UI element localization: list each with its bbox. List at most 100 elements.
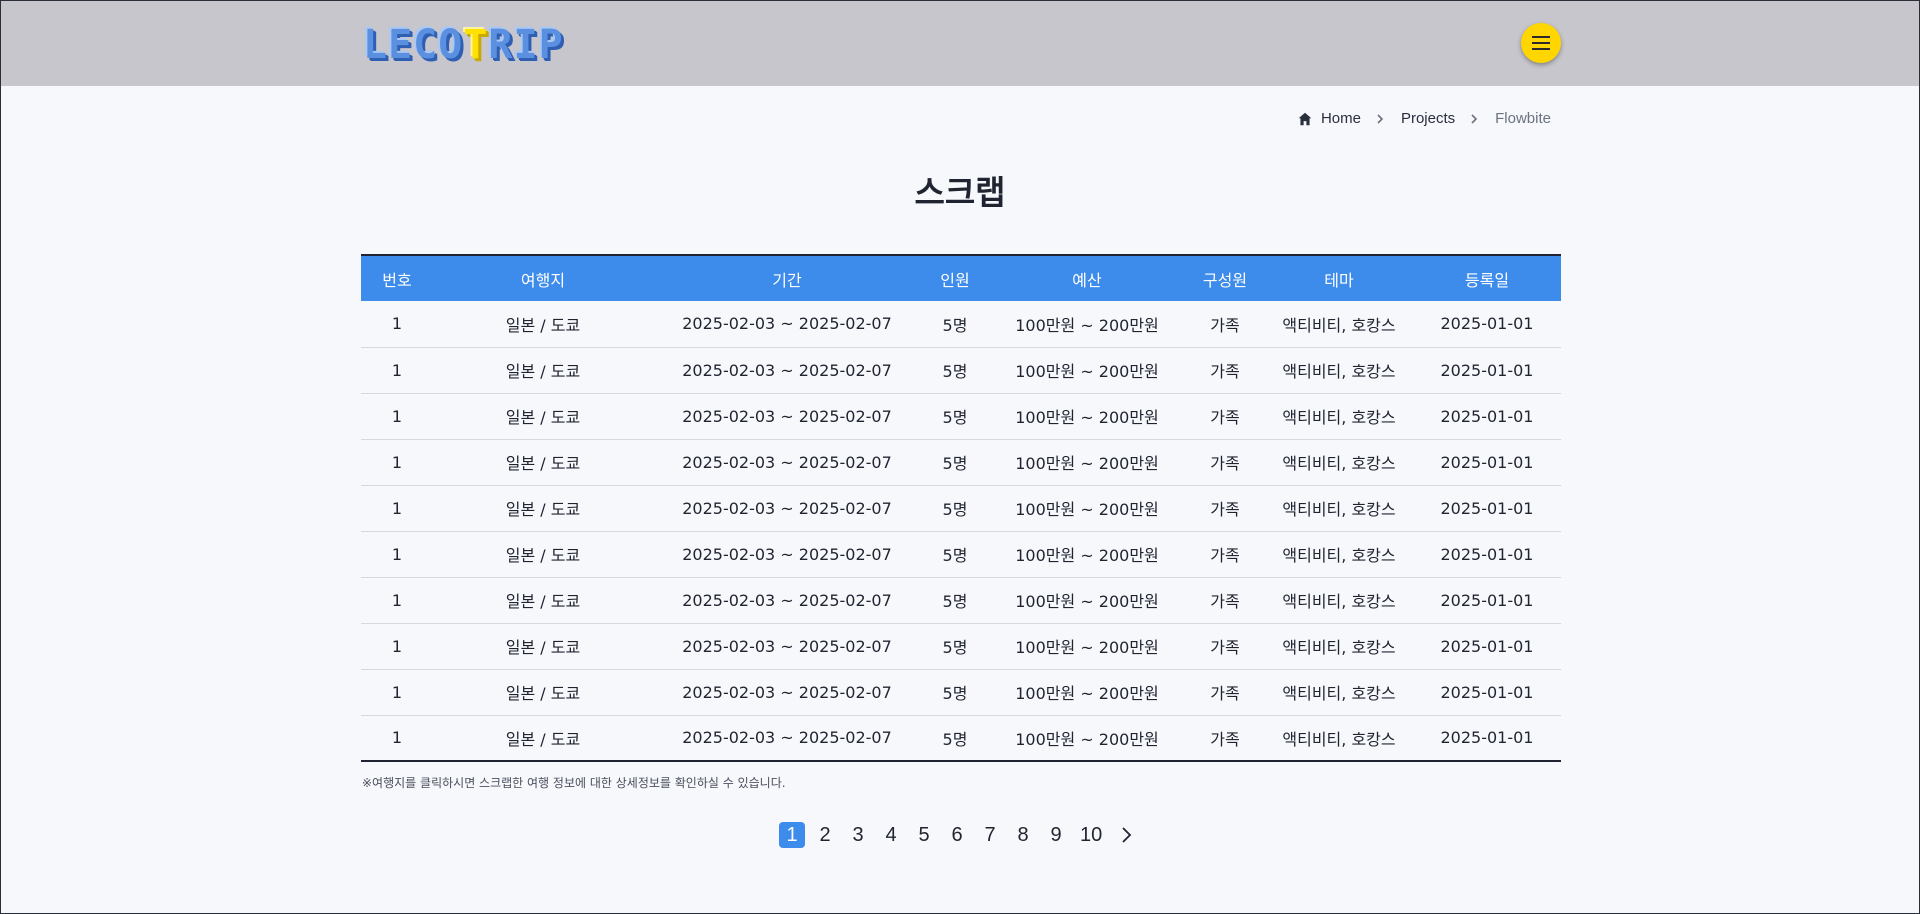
- table-cell: 100만원 ~ 200만원: [989, 393, 1185, 440]
- logo-part-highlight: T: [463, 22, 489, 68]
- menu-button[interactable]: [1521, 23, 1561, 63]
- table-cell: 2025-02-03 ~ 2025-02-07: [653, 439, 921, 486]
- table-cell: 2025-02-03 ~ 2025-02-07: [653, 531, 921, 578]
- table-cell: 가족: [1185, 485, 1265, 532]
- table-cell: 5명: [921, 301, 989, 348]
- column-header: 여행지: [433, 255, 653, 301]
- page-link[interactable]: 3: [845, 822, 871, 848]
- table-row: 1 일본 / 도쿄 2025-02-03 ~ 2025-02-07 5명 100만원 ~…: [361, 485, 1561, 532]
- table-cell: 가족: [1185, 347, 1265, 394]
- table-cell: 5명: [942, 729, 968, 749]
- page-link[interactable]: 1: [779, 822, 805, 848]
- table-cell: 2025-01-01: [1413, 577, 1561, 624]
- table-cell: 5명: [921, 623, 989, 670]
- table-cell: 100만원 ~ 200만원: [989, 669, 1185, 716]
- column-header: 예산: [989, 255, 1185, 301]
- page-link[interactable]: 2: [812, 822, 838, 848]
- table-cell: 가족: [1185, 301, 1265, 348]
- table-cell: 5명: [921, 393, 989, 440]
- destination-link[interactable]: 일본 / 도쿄: [433, 439, 653, 486]
- destination-link[interactable]: 일본 / 도쿄: [433, 301, 653, 348]
- table-cell: 2025-02-03 ~ 2025-02-07: [653, 577, 921, 624]
- table-cell: 100만원 ~ 200만원: [1015, 729, 1159, 749]
- page-link[interactable]: 5: [911, 822, 937, 848]
- table-cell: 액티비티, 호캉스: [1265, 531, 1413, 578]
- column-header: 번호: [361, 255, 433, 301]
- table-cell: 5명: [921, 485, 989, 532]
- table-cell: 2025-02-03 ~ 2025-02-07: [653, 669, 921, 716]
- table-cell: 액티비티, 호캉스: [1265, 301, 1413, 348]
- breadcrumb-home[interactable]: Home: [1298, 110, 1361, 127]
- table-row: 1 일본 / 도쿄 2025-02-03 ~ 2025-02-07 5명 100만원 ~…: [361, 577, 1561, 624]
- table-cell: 2025-02-03 ~ 2025-02-07: [653, 393, 921, 440]
- column-header: 구성원: [1185, 255, 1265, 301]
- logo[interactable]: LECOTRIP: [363, 25, 564, 65]
- destination-link[interactable]: 일본 / 도쿄: [433, 669, 653, 716]
- table-cell: 가족: [1185, 577, 1265, 624]
- table-cell: 액티비티, 호캉스: [1265, 393, 1413, 440]
- destination-link[interactable]: 일본 / 도쿄: [433, 393, 653, 440]
- destination-link[interactable]: 일본 / 도쿄: [433, 531, 653, 578]
- page-link[interactable]: 8: [1010, 822, 1036, 848]
- table-cell: 2025-02-03 ~ 2025-02-07: [653, 485, 921, 532]
- column-header: 인원: [921, 255, 989, 301]
- column-header: 등록일: [1413, 255, 1561, 301]
- table-cell: 5명: [921, 669, 989, 716]
- column-header: 테마: [1265, 255, 1413, 301]
- page-list: 1 2 3 4 5 6 7 8 9 10: [779, 822, 1113, 848]
- table-cell: 1: [361, 531, 433, 578]
- destination-link[interactable]: 일본 / 도쿄: [433, 347, 653, 394]
- logo-part: LECO: [363, 22, 464, 68]
- destination-link[interactable]: 일본 / 도쿄: [433, 623, 653, 670]
- hamburger-icon: [1532, 36, 1550, 38]
- table-cell: 액티비티, 호캉스: [1265, 347, 1413, 394]
- table-cell: 가족: [1185, 439, 1265, 486]
- table-row: 1 일본 / 도쿄 2025-02-03 ~ 2025-02-07 5명 100만원 ~…: [361, 669, 1561, 716]
- table-cell: 1: [361, 623, 433, 670]
- table-cell: 액티비티, 호캉스: [1265, 439, 1413, 486]
- page-title: 스크랩: [914, 173, 1006, 212]
- table-cell: 100만원 ~ 200만원: [989, 485, 1185, 532]
- table-header: 번호 여행지 기간 인원 예산 구성원 테마 등록일: [361, 255, 1561, 301]
- table-cell: 가족: [1210, 729, 1240, 749]
- table-row: 1 일본 / 도쿄 2025-02-03 ~ 2025-02-07 5명 100만원 ~…: [361, 715, 1561, 761]
- table-cell: 1: [361, 393, 433, 440]
- destination-link[interactable]: 일본 / 도쿄: [433, 577, 653, 624]
- table-cell: 2025-01-01: [1413, 301, 1561, 348]
- table-cell: 가족: [1185, 623, 1265, 670]
- table-cell: 1: [361, 347, 433, 394]
- destination-link[interactable]: 일본 / 도쿄: [433, 715, 653, 761]
- table-cell: 2025-01-01: [1413, 531, 1561, 578]
- table-body: 1 일본 / 도쿄 2025-02-03 ~ 2025-02-07 5명 100만원 ~…: [361, 301, 1561, 761]
- table-cell: 액티비티, 호캉스: [1282, 729, 1396, 749]
- table-cell: 2025-01-01: [1413, 623, 1561, 670]
- hamburger-icon-line: [1532, 42, 1550, 44]
- table-cell: 1: [361, 301, 433, 348]
- table-cell: 가족: [1185, 669, 1265, 716]
- page-link[interactable]: 10: [1076, 822, 1106, 848]
- table-cell: 100만원 ~ 200만원: [989, 347, 1185, 394]
- chevron-right-icon[interactable]: [1119, 826, 1133, 844]
- table-cell: 2025-01-01: [1413, 439, 1561, 486]
- pagination: 1 2 3 4 5 6 7 8 9 10: [779, 822, 1133, 848]
- table-cell: 2025-01-01: [1413, 669, 1561, 716]
- top-bar: LECOTRIP: [1, 1, 1919, 86]
- table-cell: 액티비티, 호캉스: [1265, 485, 1413, 532]
- page-link[interactable]: 9: [1043, 822, 1069, 848]
- scrap-table: 번호 여행지 기간 인원 예산 구성원 테마 등록일 1 일본 / 도쿄 2025-02-03 ~…: [361, 254, 1561, 762]
- page-link[interactable]: 7: [977, 822, 1003, 848]
- table-cell: 5명: [921, 577, 989, 624]
- chevron-right-icon: [1471, 113, 1478, 124]
- table-cell: 2025-01-01: [1413, 393, 1561, 440]
- page-link[interactable]: 6: [944, 822, 970, 848]
- page-link[interactable]: 4: [878, 822, 904, 848]
- table-cell: 1: [361, 439, 433, 486]
- table-cell: 가족: [1185, 531, 1265, 578]
- table-cell: 2025-01-01: [1413, 485, 1561, 532]
- breadcrumb-current: Flowbite: [1495, 110, 1551, 127]
- destination-link[interactable]: 일본 / 도쿄: [433, 485, 653, 532]
- table-row: 1 일본 / 도쿄 2025-02-03 ~ 2025-02-07 5명 100만원 ~…: [361, 301, 1561, 348]
- breadcrumb-projects[interactable]: Projects: [1401, 110, 1455, 127]
- table-row: 1 일본 / 도쿄 2025-02-03 ~ 2025-02-07 5명 100만원 ~…: [361, 531, 1561, 578]
- hamburger-icon-line: [1532, 48, 1550, 50]
